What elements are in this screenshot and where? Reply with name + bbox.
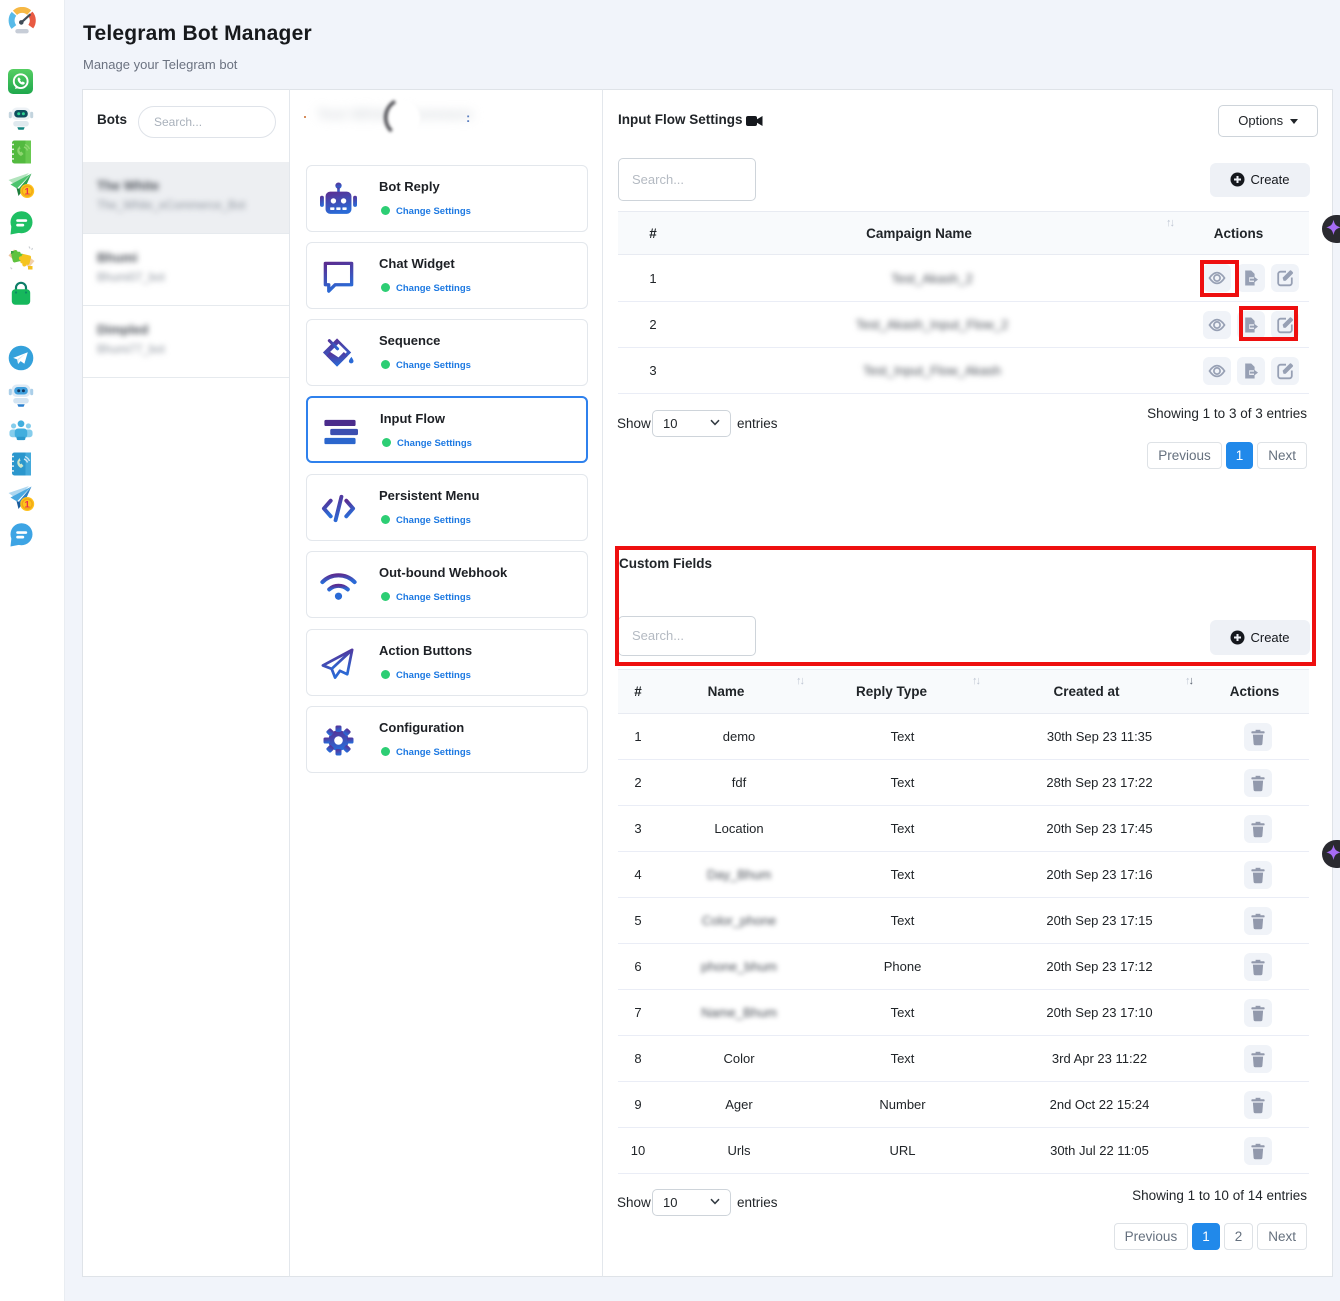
svg-text:1: 1: [25, 186, 31, 197]
svg-text:1: 1: [25, 499, 31, 510]
